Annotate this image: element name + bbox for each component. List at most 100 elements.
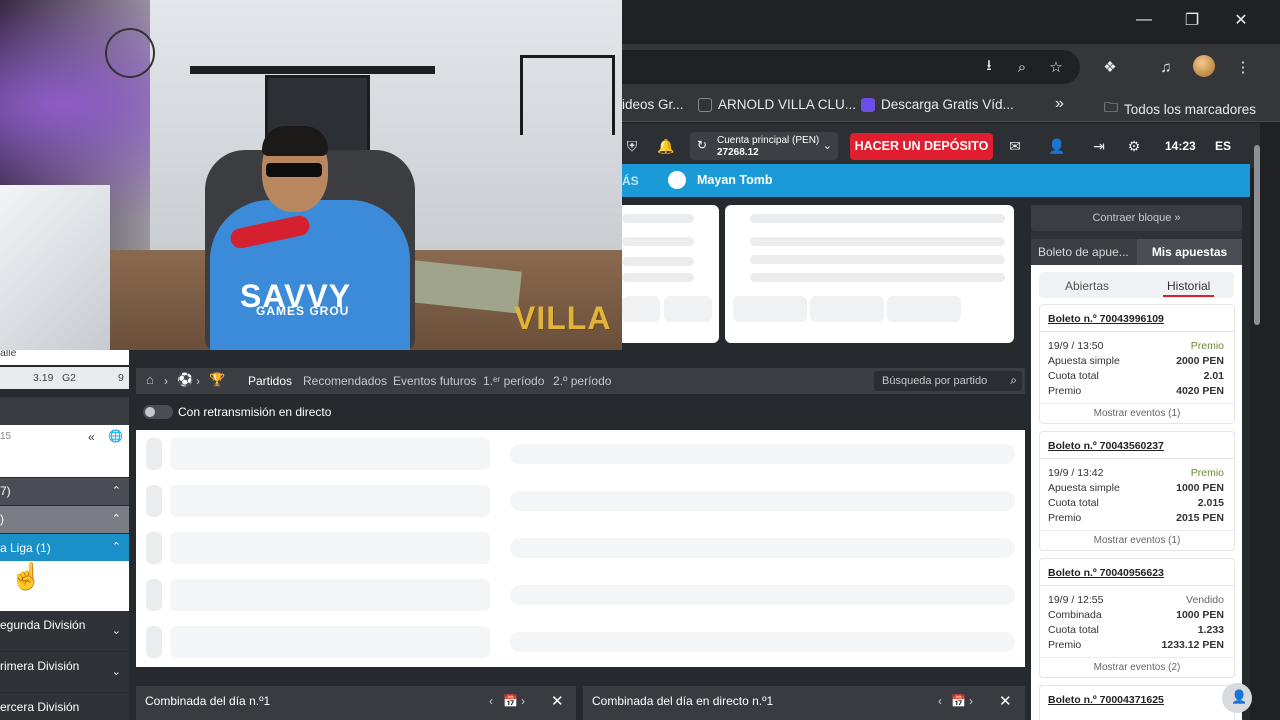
- live-stream-toggle[interactable]: [143, 405, 173, 419]
- sidebar-odds-row[interactable]: 3.19 G2 9: [0, 367, 129, 389]
- streamer: [210, 200, 410, 350]
- ticket-id-link[interactable]: Boleto n.º 70043996109: [1048, 313, 1164, 325]
- bet-ticket: Boleto n.º 70043560237 19/9 / 13:42 Premi…: [1039, 431, 1235, 551]
- chevron-up-icon: ⌃: [111, 513, 121, 525]
- logout-icon[interactable]: ⇥: [1088, 135, 1110, 157]
- more-menu[interactable]: ÁS: [622, 174, 639, 188]
- all-bookmarks-folder[interactable]: 🗀 Todos los marcadores: [1104, 97, 1256, 121]
- close-icon[interactable]: ✕: [551, 692, 564, 710]
- tab-my-bets[interactable]: Mis apuestas: [1137, 239, 1242, 265]
- media-control-icon[interactable]: ♫: [1153, 54, 1179, 80]
- wall-fan: [105, 28, 155, 78]
- bet-ticket: Boleto n.º 70043996109 19/9 / 13:50 Premi…: [1039, 304, 1235, 424]
- chevron-down-icon: ⌄: [822, 140, 832, 152]
- collapse-block-button[interactable]: Contraer bloque »: [1031, 205, 1242, 231]
- live-combo-panel: Combinada del día en directo n.º1 ‹ 📅 › …: [583, 686, 1025, 720]
- event-card-skeleton: [622, 205, 719, 343]
- sidebar-league-row[interactable]: egunda División ⌄: [0, 611, 129, 651]
- close-icon[interactable]: ✕: [999, 692, 1012, 710]
- tab-partidos[interactable]: Partidos: [248, 374, 292, 388]
- globe-icon[interactable]: 🌐: [108, 429, 123, 443]
- tab-open-bets[interactable]: Abiertas: [1065, 279, 1109, 293]
- bookmark-item[interactable]: ideos Gr...: [622, 97, 684, 112]
- ticket-id-link[interactable]: Boleto n.º 70043560237: [1048, 440, 1164, 452]
- sidebar-country-row[interactable]: ) ⌃: [0, 506, 129, 533]
- tab-recomendados[interactable]: Recomendados: [303, 374, 387, 388]
- chevron-right-icon[interactable]: ›: [969, 694, 973, 708]
- match-list: [136, 430, 1025, 667]
- user-icon[interactable]: 👤: [1046, 135, 1068, 157]
- featured-game-link[interactable]: Mayan Tomb: [697, 173, 772, 187]
- daily-combo-panel: Combinada del día n.º1 ‹ 📅 › ✕: [136, 686, 576, 720]
- trophy-icon[interactable]: 🏆: [209, 372, 225, 388]
- tab-bet-slip[interactable]: Boleto de apue...: [1031, 239, 1137, 265]
- soccer-ball-icon[interactable]: ⚽: [177, 372, 193, 388]
- minimize-icon[interactable]: —: [1120, 0, 1168, 40]
- chevron-up-icon: ⌃: [111, 541, 121, 553]
- page-scrollbar[interactable]: [1254, 145, 1260, 325]
- notification-bell-icon[interactable]: 🔔: [655, 135, 677, 157]
- chevron-down-icon: ⌄: [111, 666, 121, 678]
- tab-history[interactable]: Historial: [1162, 279, 1215, 297]
- install-app-icon[interactable]: ⭳: [976, 54, 1002, 80]
- pc-case: [0, 185, 110, 350]
- sidebar-league-row[interactable]: rimera División ⌄: [0, 652, 129, 692]
- live-stream-label: Con retransmisión en directo: [178, 405, 332, 419]
- chevron-right-icon: ›: [196, 374, 200, 388]
- shield-icon[interactable]: ⛨: [621, 135, 643, 157]
- collapse-all-icon[interactable]: «: [88, 430, 95, 444]
- chevron-left-icon[interactable]: ‹: [489, 694, 493, 708]
- chevron-right-icon: ›: [164, 374, 168, 388]
- language-selector[interactable]: ES: [1215, 139, 1231, 153]
- tab-first-period[interactable]: 1.ᵉʳ período: [483, 374, 544, 388]
- clock: 14:23: [1165, 139, 1196, 153]
- bet-ticket: Boleto n.º 70004371625: [1039, 685, 1235, 720]
- ticket-id-link[interactable]: Boleto n.º 70004371625: [1048, 694, 1164, 706]
- show-events-link[interactable]: Mostrar eventos (1): [1040, 535, 1234, 546]
- chat-icon: 👤: [1231, 689, 1248, 704]
- folder-icon: 🗀: [1104, 99, 1118, 115]
- support-chat-button[interactable]: 👤: [1222, 683, 1252, 713]
- close-window-icon[interactable]: ✕: [1217, 0, 1265, 40]
- match-filter-bar: ⌂ › ⚽ › 🏆 Partidos Recomendados Eventos …: [136, 368, 1025, 394]
- bookmark-item[interactable]: Descarga Gratis Víd...: [861, 97, 1014, 112]
- search-icon[interactable]: ⌕: [1010, 373, 1017, 388]
- messages-icon[interactable]: ✉: [1004, 135, 1026, 157]
- bookmark-favicon-icon: [861, 97, 875, 112]
- bookmark-star-icon[interactable]: ☆: [1043, 54, 1069, 80]
- show-events-link[interactable]: Mostrar eventos (2): [1040, 662, 1234, 673]
- hand-cursor-icon: ☝: [10, 561, 43, 591]
- home-icon[interactable]: ⌂: [146, 372, 154, 387]
- bookmark-item[interactable]: ARNOLD VILLA CLU...: [698, 97, 856, 112]
- shirt-sublogo: GAMES GROU: [256, 304, 350, 318]
- profile-avatar[interactable]: [1193, 55, 1215, 77]
- calendar-icon[interactable]: 📅: [503, 694, 518, 708]
- restore-icon[interactable]: ❐: [1168, 0, 1216, 40]
- address-bar[interactable]: [560, 50, 1080, 84]
- chevron-up-icon: ⌃: [111, 485, 121, 497]
- bet-ticket: Boleto n.º 70040956623 19/9 / 12:55 Vendi…: [1039, 558, 1235, 678]
- refresh-icon[interactable]: ↻: [697, 138, 707, 152]
- chevron-right-icon[interactable]: ›: [521, 694, 525, 708]
- account-selector[interactable]: ↻ Cuenta principal (PEN) 27268.12 ⌄: [690, 132, 838, 160]
- sidebar-sport-row[interactable]: 15 « 🌐: [0, 425, 129, 477]
- more-bookmarks-icon[interactable]: »: [1055, 95, 1064, 113]
- webcam-overlay: SAVVY GAMES GROU VILLA: [0, 0, 622, 350]
- sidebar-league-events: ☝: [0, 561, 129, 611]
- sidebar-league-row[interactable]: ercera División: [0, 693, 129, 720]
- show-events-link[interactable]: Mostrar eventos (1): [1040, 408, 1234, 419]
- tab-eventos-futuros[interactable]: Eventos futuros: [393, 374, 476, 388]
- sidebar-league-row[interactable]: a Liga (1) ⌃: [0, 534, 129, 561]
- deposit-button[interactable]: HACER UN DEPÓSITO: [850, 133, 993, 160]
- extensions-icon[interactable]: ❖: [1097, 54, 1123, 80]
- settings-gear-icon[interactable]: ⚙: [1123, 135, 1145, 157]
- sidebar-country-row[interactable]: 7) ⌃: [0, 478, 129, 505]
- calendar-icon[interactable]: 📅: [951, 694, 966, 708]
- menu-icon[interactable]: ⋮: [1230, 54, 1256, 80]
- chevron-left-icon[interactable]: ‹: [938, 694, 942, 708]
- match-search-input[interactable]: Búsqueda por partido ⌕: [874, 371, 1022, 391]
- bet-panel-tabs: Boleto de apue... Mis apuestas: [1031, 239, 1242, 265]
- tab-second-period[interactable]: 2.º período: [553, 374, 611, 388]
- zoom-icon[interactable]: ⌕: [1009, 54, 1035, 80]
- ticket-id-link[interactable]: Boleto n.º 70040956623: [1048, 567, 1164, 579]
